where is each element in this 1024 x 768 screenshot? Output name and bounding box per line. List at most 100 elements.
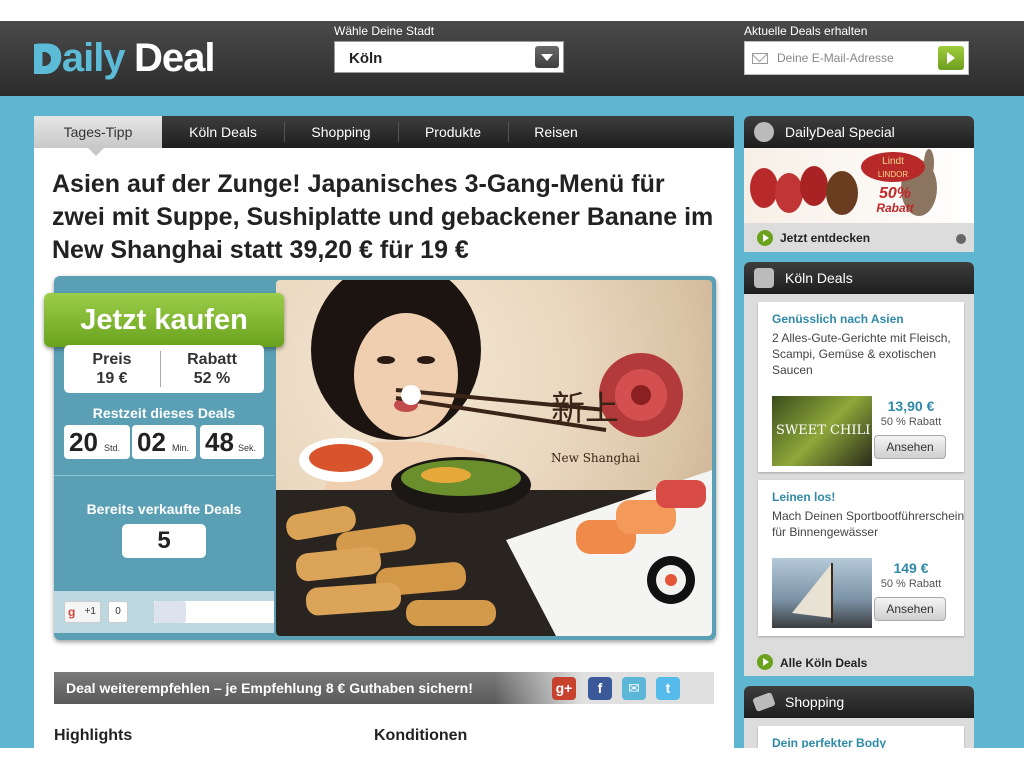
koeln-deals-title: Köln Deals [785,270,853,286]
email-icon[interactable]: ✉ [622,677,646,700]
sailboat-illustration [792,563,833,623]
city-value: Köln [349,50,383,67]
site-header: Daily Deal Wähle Deine Stadt Köln Aktuel… [0,21,1024,96]
sold-label: Bereits verkaufte Deals [86,501,242,517]
special-banner[interactable]: Lindt LINDOR 50% Rabatt [744,148,974,223]
countdown-hours: 20 Std. [64,425,130,459]
deal-photo[interactable]: 新上 New Shanghai [276,280,712,636]
ansehen-button[interactable]: Ansehen [874,597,946,621]
ansehen-button[interactable]: Ansehen [874,435,946,459]
photo-brand-text: New Shanghai [551,451,640,465]
lindor-text: LINDOR [877,170,909,179]
deal-card-rabatt: 50 % Rabatt [880,416,942,428]
koeln-deals-header: Köln Deals [744,262,974,294]
easter-eggs-illustration [750,149,937,216]
google-plus-icon[interactable]: g+ [552,677,576,700]
play-arrow-icon [757,230,773,246]
deal-headline: Asien auf der Zunge! Japanisches 3-Gang-… [52,170,714,264]
page-bottom-strip [0,748,1024,768]
newsletter-label: Aktuelle Deals erhalten [744,24,868,38]
price-label: Preis [92,351,132,368]
logo-deal-text: Deal [134,36,215,80]
avatar-placeholder-icon [154,601,186,623]
carousel-dot[interactable] [956,234,966,244]
countdown-label: Restzeit dieses Deals [92,405,236,421]
special-link[interactable]: Jetzt entdecken [780,231,870,245]
shopping-header: Shopping [744,686,974,718]
special-box: DailyDeal Special Lindt LINDOR 50% Rabat… [744,116,974,252]
deal-card-image[interactable] [772,558,872,628]
plus-one-label: +1 [84,606,96,617]
price-box: Preis 19 € Rabatt 52 % [64,345,264,393]
deal-card-image[interactable]: SWEET CHILI [772,396,872,466]
shopping-title: Shopping [785,694,845,710]
envelope-icon [752,53,768,64]
deal-card-desc: 2 Alles-Gute-Gerichte mit Fleisch, Scamp… [772,331,951,377]
dailydeal-logo[interactable]: Daily Deal [34,36,234,84]
rabatt-label: Rabatt [187,351,237,368]
deal-card[interactable]: Leinen los! Mach Deinen Sportbootführers… [758,480,964,636]
city-select[interactable]: Köln [334,41,564,73]
email-input[interactable] [777,48,927,68]
highlights-heading: Highlights [54,727,133,744]
deal-card-rabatt: 50 % Rabatt [880,578,942,590]
city-label: Wähle Deine Stadt [334,24,435,38]
all-koeln-deals-link[interactable]: Alle Köln Deals [780,656,867,670]
minutes-value: 02 [137,427,166,457]
konditionen-heading: Konditionen [374,727,468,744]
deal-card-title[interactable]: Leinen los! [772,490,835,504]
chevron-down-icon[interactable] [535,46,559,68]
newsletter-form [744,41,969,75]
price-value: 19 € [96,370,128,387]
promo-text: 50% Rabatt [868,186,922,216]
twitter-icon[interactable]: t [656,677,680,700]
google-plus-count: 0 [108,601,128,623]
promo-word: Rabatt [876,201,914,215]
deal-divider [54,475,274,476]
special-title: DailyDeal Special [785,124,895,140]
tab-produkte[interactable]: Produkte [398,116,508,148]
tab-tages-tipp[interactable]: Tages-Tipp [34,116,162,148]
rabatt-value: 52 % [193,370,231,387]
tag-icon [752,692,776,712]
google-plus-one-button[interactable]: g +1 [64,601,101,623]
special-header: DailyDeal Special [744,116,974,148]
deal-card-title[interactable]: Genüsslich nach Asien [772,312,904,326]
google-plus-icon: g [68,605,76,619]
deal-card-price: 13,90 € [887,398,935,414]
deal-card[interactable]: Genüsslich nach Asien 2 Alles-Gute-Geric… [758,302,964,472]
seconds-unit: Sek. [238,443,257,453]
deal-tabs: Tages-Tipp Köln Deals Shopping Produkte … [34,116,734,148]
cathedral-icon [754,268,774,288]
countdown-seconds: 48 Sek. [200,425,264,459]
promo-pct: 50% [878,185,912,202]
seconds-value: 48 [205,427,234,457]
active-tab-pointer [88,148,104,156]
share-text: Deal weiterempfehlen – je Empfehlung 8 €… [66,680,473,696]
sweet-chili-text: SWEET CHILI [776,423,871,438]
lindt-logo: Lindt LINDOR [861,152,925,182]
hours-unit: Std. [104,443,121,453]
tab-shopping[interactable]: Shopping [284,116,398,148]
logo-daily-text: Daily [34,36,126,80]
food-photo-illustration: 新上 New Shanghai [276,280,712,636]
hours-value: 20 [69,427,98,457]
share-bar: Deal weiterempfehlen – je Empfehlung 8 €… [54,672,714,704]
facebook-icon[interactable]: f [588,677,612,700]
deal-card-price: 149 € [893,560,929,576]
special-badge-icon [754,122,774,142]
facebook-like-widget[interactable] [154,601,274,623]
tab-reisen[interactable]: Reisen [508,116,604,148]
minutes-unit: Min. [172,443,190,453]
photo-chinese-chars: 新上 [551,389,619,429]
sold-count: 5 [122,524,206,558]
submit-arrow-button[interactable] [938,46,964,70]
countdown-minutes: 02 Min. [132,425,196,459]
koeln-deals-box: Köln Deals Genüsslich nach Asien 2 Alles… [744,262,974,676]
buy-now-button[interactable]: Jetzt kaufen [44,293,284,347]
play-arrow-icon [757,654,773,670]
price-divider [160,351,161,387]
tab-koeln-deals[interactable]: Köln Deals [162,116,284,148]
lindt-brand: Lindt [882,156,904,167]
deal-card-desc: Mach Deinen Sportbootführerschein für Bi… [772,509,965,539]
